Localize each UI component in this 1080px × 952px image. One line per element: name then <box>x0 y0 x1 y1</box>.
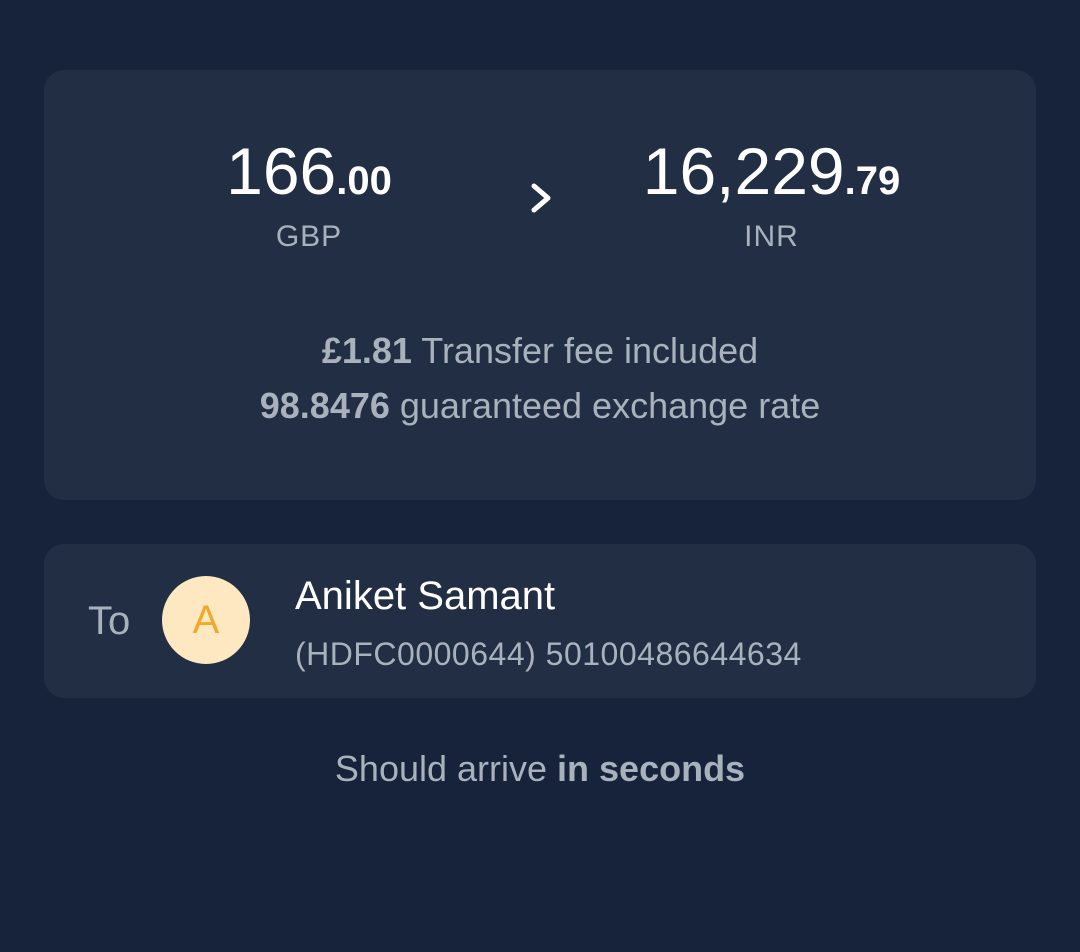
send-amount-minor: .00 <box>336 159 392 203</box>
recipient-card[interactable]: To A Aniket Samant (HDFC0000644) 5010048… <box>44 544 1036 698</box>
transfer-fee-line: £1.81 Transfer fee included <box>44 330 1036 372</box>
to-label: To <box>88 599 131 643</box>
receive-amount-minor: .79 <box>844 159 901 203</box>
amount-summary-card: 166.00 GBP 16,229.79 INR £1.81 Transfer … <box>44 70 1036 500</box>
receive-amount: 16,229.79 <box>614 138 929 204</box>
send-currency: GBP <box>275 220 343 253</box>
rate-value: 98.8476 <box>259 385 390 426</box>
eta-prefix: Should arrive <box>334 748 558 789</box>
fee-text: Transfer fee included <box>411 330 759 371</box>
delivery-eta: Should arrive in seconds <box>0 748 1080 790</box>
recipient-account: (HDFC0000644) 50100486644634 <box>295 636 802 672</box>
rate-text: guaranteed exchange rate <box>389 385 821 426</box>
exchange-rate-line: 98.8476 guaranteed exchange rate <box>44 385 1036 427</box>
receive-currency: INR <box>744 220 799 253</box>
fee-amount: £1.81 <box>321 330 412 371</box>
avatar: A <box>162 576 250 664</box>
send-amount-major: 166 <box>226 134 337 208</box>
recipient-name: Aniket Samant <box>295 574 556 618</box>
chevron-right-icon <box>531 183 551 213</box>
receive-amount-major: 16,229 <box>642 134 845 208</box>
send-amount: 166.00 <box>209 138 409 204</box>
eta-emphasis: in seconds <box>557 748 746 789</box>
